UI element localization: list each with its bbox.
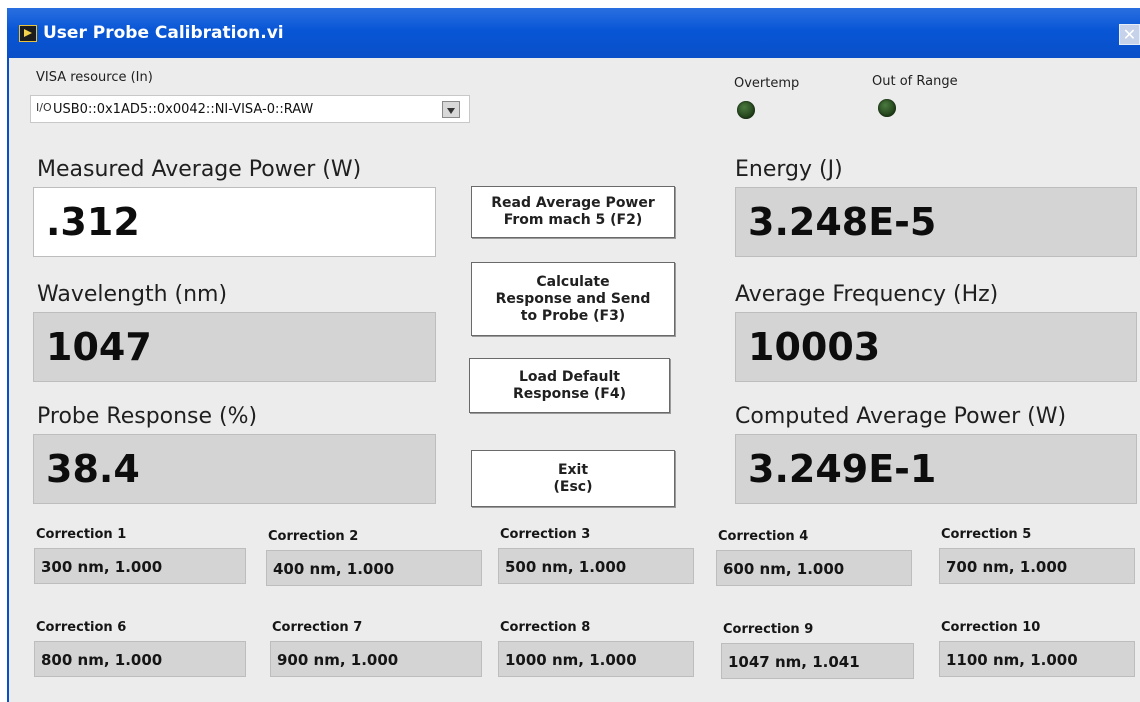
calculate-response-button-label: Calculate Response and Send to Probe (F3… [495,273,651,324]
correction-5-value: 700 nm, 1.000 [946,558,1068,576]
correction-8-label: Correction 8 [500,620,591,635]
probe-response-label: Probe Response (%) [37,404,258,429]
correction-9-label: Correction 9 [723,622,814,637]
title-bar: User Probe Calibration.vi ✕ [7,8,1140,58]
avg-frequency-value: 10003 [748,325,881,369]
correction-3-label: Correction 3 [500,527,591,542]
overtemp-led [737,101,755,119]
correction-9-value: 1047 nm, 1.041 [728,653,860,671]
exit-button[interactable]: Exit (Esc) [471,450,675,507]
correction-7-label: Correction 7 [272,620,363,635]
wavelength-value: 1047 [46,325,152,369]
visa-resource-control[interactable]: I/O USB0::0x1AD5::0x0042::NI-VISA-0::RAW [30,95,470,123]
labview-run-icon [19,25,37,42]
wavelength-field: 1047 [33,312,436,382]
load-default-button[interactable]: Load Default Response (F4) [469,358,670,413]
correction-3-field: 500 nm, 1.000 [498,548,694,584]
energy-value: 3.248E-5 [748,200,937,244]
correction-7-field: 900 nm, 1.000 [270,641,482,677]
probe-response-value: 38.4 [46,447,140,491]
correction-1-label: Correction 1 [36,527,127,542]
probe-response-field: 38.4 [33,434,436,504]
correction-1-value: 300 nm, 1.000 [41,558,163,576]
visa-resource-label: VISA resource (In) [36,70,153,85]
correction-4-value: 600 nm, 1.000 [723,560,845,578]
read-power-button-label: Read Average Power From mach 5 (F2) [491,195,655,228]
computed-power-label: Computed Average Power (W) [735,404,1067,429]
correction-10-value: 1100 nm, 1.000 [946,651,1078,669]
correction-10-label: Correction 10 [941,620,1041,635]
correction-2-value: 400 nm, 1.000 [273,560,395,578]
correction-6-label: Correction 6 [36,620,127,635]
correction-5-field: 700 nm, 1.000 [939,548,1135,584]
avg-frequency-field: 10003 [735,312,1137,382]
correction-3-value: 500 nm, 1.000 [505,558,627,576]
computed-power-value: 3.249E-1 [748,447,937,491]
out-of-range-label: Out of Range [872,74,958,89]
measured-power-value: .312 [46,200,140,244]
io-icon: I/O [36,101,52,114]
out-of-range-led [878,99,896,117]
correction-8-value: 1000 nm, 1.000 [505,651,637,669]
dropdown-arrow-icon[interactable] [442,101,460,118]
computed-power-field: 3.249E-1 [735,434,1137,504]
avg-frequency-label: Average Frequency (Hz) [735,282,999,307]
load-default-button-label: Load Default Response (F4) [512,368,627,402]
overtemp-label: Overtemp [734,76,800,91]
correction-5-label: Correction 5 [941,527,1032,542]
close-icon[interactable]: ✕ [1119,24,1140,45]
correction-7-value: 900 nm, 1.000 [277,651,399,669]
correction-8-field: 1000 nm, 1.000 [498,641,694,677]
correction-2-label: Correction 2 [268,529,359,544]
correction-6-field: 800 nm, 1.000 [34,641,246,677]
correction-10-field: 1100 nm, 1.000 [939,641,1135,677]
wavelength-label: Wavelength (nm) [37,282,228,307]
visa-resource-value: USB0::0x1AD5::0x0042::NI-VISA-0::RAW [53,102,314,117]
correction-4-field: 600 nm, 1.000 [716,550,912,586]
energy-label: Energy (J) [735,157,843,182]
measured-power-input[interactable]: .312 [33,187,436,257]
correction-2-field: 400 nm, 1.000 [266,550,482,586]
correction-9-field: 1047 nm, 1.041 [721,643,914,679]
correction-1-field: 300 nm, 1.000 [34,548,246,584]
window-title: User Probe Calibration.vi [43,23,284,43]
correction-4-label: Correction 4 [718,529,809,544]
correction-6-value: 800 nm, 1.000 [41,651,163,669]
energy-field: 3.248E-5 [735,187,1137,257]
measured-power-label: Measured Average Power (W) [37,157,362,182]
calculate-response-button[interactable]: Calculate Response and Send to Probe (F3… [471,262,675,336]
read-power-button[interactable]: Read Average Power From mach 5 (F2) [471,186,675,238]
exit-button-label: Exit (Esc) [553,461,593,495]
